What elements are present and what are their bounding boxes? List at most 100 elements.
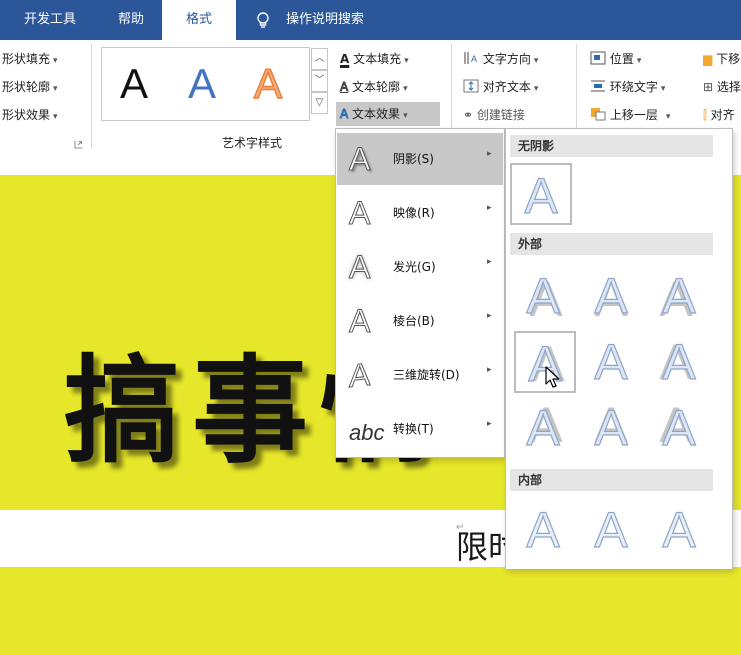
menu-item-shadow[interactable]: A 阴影(S) ▸ <box>337 133 503 185</box>
gallery-up-icon[interactable]: ︿ <box>311 48 328 70</box>
shadow-preset-outer-3[interactable]: AA <box>650 265 710 325</box>
text-fill-label: 文本填充 <box>353 52 402 66</box>
shadow-preset-icon: AA <box>594 397 629 455</box>
shadow-preset-inner-3[interactable]: AA <box>650 499 710 559</box>
text-outline-button[interactable]: A 文本轮廓 ▾ <box>339 78 407 95</box>
text-direction-button[interactable]: A 文字方向 ▾ <box>463 50 538 67</box>
shape-outline-button[interactable]: 形状轮廓 ▾ <box>2 78 58 95</box>
chevron-down-icon: ▾ <box>665 112 671 122</box>
selection-pane-button[interactable]: ⊞ 选择 <box>703 78 741 95</box>
chevron-down-icon: ▾ <box>53 56 58 66</box>
link-icon: ⚭ <box>463 108 474 122</box>
submenu-arrow-icon: ▸ <box>487 311 492 321</box>
shadow-preset-outer-5[interactable]: AA <box>582 331 642 391</box>
shape-outline-label: 形状轮廓 <box>2 80 51 94</box>
selection-pane-label: 选择 <box>716 80 741 94</box>
shadow-preset-icon: AA <box>659 333 697 389</box>
glow-icon: A <box>348 249 371 286</box>
position-label: 位置 <box>609 52 634 66</box>
submenu-arrow-icon: ▸ <box>487 419 492 429</box>
align-label: 对齐 <box>710 108 735 122</box>
inner-shadow-header: 内部 <box>510 469 713 491</box>
shadow-preset-outer-2[interactable]: AA <box>582 265 642 325</box>
menu-item-label: 映像(R) <box>393 206 435 220</box>
menu-item-reflection[interactable]: A 映像(R) ▸ <box>337 187 503 239</box>
wordart-sample-orange[interactable]: A <box>253 59 283 108</box>
outer-shadow-header: 外部 <box>510 233 713 255</box>
align-icon: ⫿ <box>703 108 707 122</box>
shadow-submenu: 无阴影 AAAAAAAAAAAAAAAAAAAAAAAAA 外部 内部 <box>505 128 733 569</box>
bring-forward-button[interactable]: 上移一层 ▾ <box>590 106 670 123</box>
bring-forward-label: 上移一层 <box>609 108 658 122</box>
glyph-layer: A <box>662 334 696 389</box>
send-backward-button[interactable]: ▆ 下移 <box>703 50 740 67</box>
shape-fill-button[interactable]: 形状填充 ▾ <box>2 50 58 67</box>
align-button[interactable]: ⫿ 对齐 <box>703 106 735 123</box>
shadow-preset-inner-1[interactable]: AA <box>514 499 574 559</box>
shadow-preset-outer-1[interactable]: AA <box>514 265 574 325</box>
tab-format[interactable]: 格式 <box>162 0 236 40</box>
shadow-preset-inner-2[interactable]: AA <box>582 499 642 559</box>
dialog-launcher-icon[interactable] <box>74 140 83 149</box>
outer-header-label: 外部 <box>518 237 543 251</box>
wrap-text-button[interactable]: 环绕文字 ▾ <box>590 78 665 95</box>
menu-item-label: 阴影(S) <box>393 152 434 166</box>
no-shadow-header-label: 无阴影 <box>518 139 555 153</box>
text-effects-button[interactable]: A 文本效果 ▾ <box>336 102 440 126</box>
align-text-button[interactable]: 对齐文本 ▾ <box>463 78 538 95</box>
shadow-icon: A <box>348 141 371 178</box>
wordart-group-label: 艺术字样式 <box>222 136 283 150</box>
chevron-down-icon: ▾ <box>53 84 58 94</box>
position-button[interactable]: 位置 ▾ <box>590 50 641 67</box>
wrap-text-icon <box>591 80 605 92</box>
shadow-preset-outer-7[interactable]: AA <box>514 397 574 457</box>
shadow-preset-outer-9[interactable]: AA <box>650 397 710 457</box>
menu-item-label: 棱台(B) <box>393 314 435 328</box>
wordart-sample-blue[interactable]: A <box>188 60 216 108</box>
menu-item-bevel[interactable]: A 棱台(B) ▸ <box>337 295 503 347</box>
glyph-layer: A <box>526 502 560 557</box>
menu-item-glow[interactable]: A 发光(G) ▸ <box>337 241 503 293</box>
shadow-preset-icon: A <box>524 167 559 223</box>
menu-item-label: 转换(T) <box>393 422 434 436</box>
wordart-sample-black[interactable]: A <box>120 60 148 108</box>
shadow-preset-outer-8[interactable]: AA <box>582 397 642 457</box>
submenu-arrow-icon: ▸ <box>487 257 492 267</box>
shadow-preset-none[interactable]: A <box>510 163 572 225</box>
gallery-down-icon[interactable]: ﹀ <box>311 70 328 92</box>
menu-item-3d-rotation[interactable]: A 三维旋转(D) ▸ <box>337 349 503 401</box>
text-effects-label: 文本效果 <box>352 107 401 121</box>
shape-effects-button[interactable]: 形状效果 ▾ <box>2 106 58 123</box>
chevron-down-icon: ▾ <box>404 56 409 66</box>
text-direction-label: 文字方向 <box>482 52 531 66</box>
shadow-preset-icon: AA <box>659 267 697 323</box>
send-backward-label: 下移 <box>716 52 741 66</box>
transform-icon: abc <box>349 420 385 445</box>
tab-help[interactable]: 帮助 <box>100 0 162 40</box>
shadow-preset-outer-6[interactable]: AA <box>650 331 710 391</box>
no-shadow-header: 无阴影 <box>510 135 713 157</box>
menu-item-transform[interactable]: abc 转换(T) ▸ <box>337 403 503 455</box>
glyph-layer: A <box>526 400 560 455</box>
create-link-button[interactable]: ⚭ 创建链接 <box>463 106 525 123</box>
paragraph-mark: ↵ <box>456 522 465 533</box>
text-outline-label: 文本轮廓 <box>352 80 401 94</box>
send-backward-icon: ▆ <box>703 52 713 66</box>
3d-rotation-icon: A <box>349 355 371 395</box>
glyph-layer: A <box>662 502 696 557</box>
tab-developer[interactable]: 开发工具 <box>0 0 100 40</box>
submenu-arrow-icon: ▸ <box>487 365 492 375</box>
chevron-down-icon: ▾ <box>53 112 58 122</box>
shadow-preset-icon: AA <box>662 501 697 557</box>
reflection-icon: A <box>348 195 371 232</box>
shadow-preset-icon: AA <box>659 397 697 455</box>
shape-fill-label: 形状填充 <box>2 52 51 66</box>
bevel-icon: A <box>348 303 371 340</box>
menu-item-label: 发光(G) <box>393 260 436 274</box>
lightbulb-icon <box>257 12 269 28</box>
gallery-more-icon[interactable]: ▽ <box>311 92 328 114</box>
glyph-layer: A <box>594 334 628 389</box>
glyph-layer: A <box>662 268 696 323</box>
glyph-layer: A <box>594 502 628 557</box>
text-fill-button[interactable]: A 文本填充 ▾ <box>340 50 409 67</box>
